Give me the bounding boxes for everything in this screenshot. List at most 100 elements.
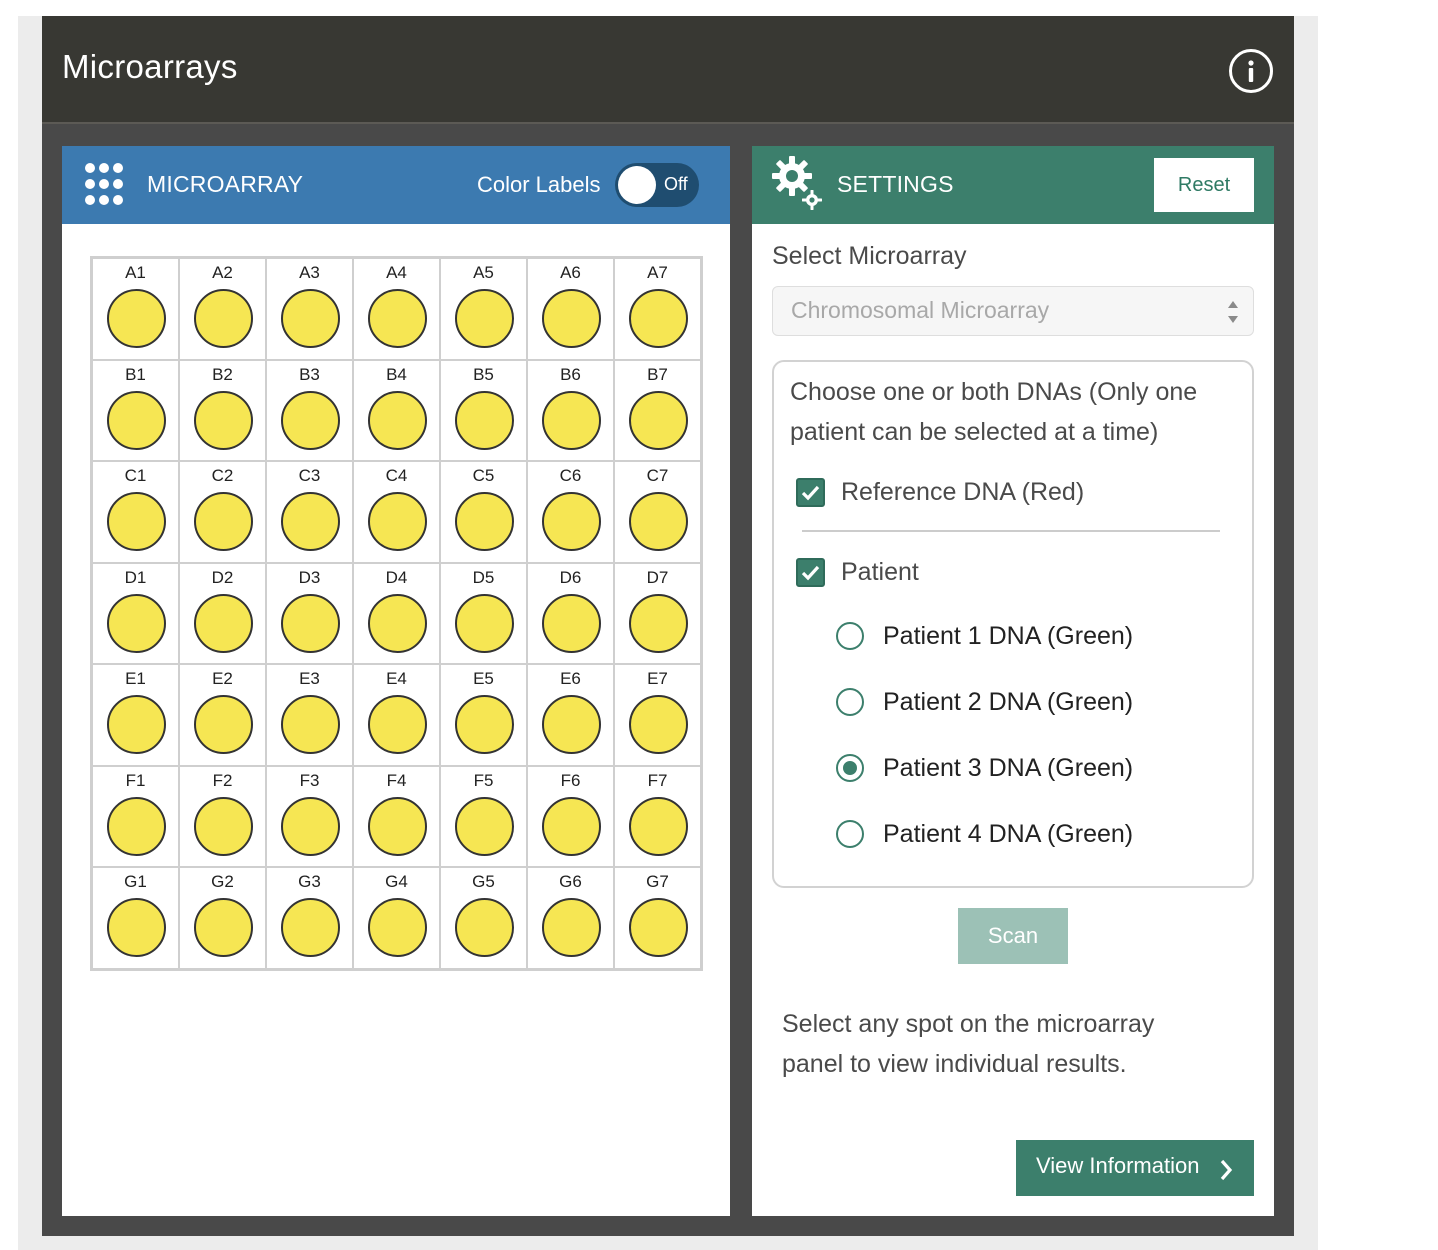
microarray-spot[interactable]: [106, 492, 166, 552]
microarray-spot[interactable]: [454, 289, 514, 348]
microarray-spot[interactable]: [454, 492, 514, 552]
microarray-spot[interactable]: [280, 492, 340, 552]
microarray-cell[interactable]: B5: [440, 359, 527, 462]
microarray-cell[interactable]: A2: [179, 258, 266, 360]
microarray-cell[interactable]: F4: [353, 765, 440, 868]
microarray-spot[interactable]: [367, 796, 427, 856]
microarray-spot[interactable]: [106, 593, 166, 653]
microarray-spot[interactable]: [280, 898, 340, 958]
microarray-cell[interactable]: D4: [353, 562, 440, 665]
microarray-cell[interactable]: G1: [92, 867, 179, 969]
microarray-cell[interactable]: G4: [353, 867, 440, 969]
microarray-cell[interactable]: E5: [440, 664, 527, 766]
microarray-cell[interactable]: A5: [440, 258, 527, 360]
microarray-cell[interactable]: F3: [266, 765, 353, 868]
microarray-cell[interactable]: B4: [353, 359, 440, 462]
microarray-cell[interactable]: A7: [614, 258, 701, 360]
microarray-cell[interactable]: G7: [614, 867, 701, 969]
microarray-spot[interactable]: [280, 289, 340, 348]
microarray-cell[interactable]: C3: [266, 461, 353, 563]
microarray-spot[interactable]: [106, 898, 166, 958]
microarray-spot[interactable]: [280, 390, 340, 450]
microarray-spot[interactable]: [367, 898, 427, 958]
view-information-button[interactable]: View Information: [1016, 1140, 1254, 1196]
microarray-spot[interactable]: [454, 390, 514, 450]
color-labels-toggle[interactable]: Off: [615, 163, 699, 207]
microarray-select[interactable]: Chromosomal Microarray: [772, 286, 1254, 336]
microarray-spot[interactable]: [628, 898, 688, 958]
microarray-spot[interactable]: [454, 695, 514, 755]
microarray-spot[interactable]: [541, 289, 601, 348]
microarray-spot[interactable]: [454, 898, 514, 958]
microarray-cell[interactable]: F1: [92, 765, 179, 868]
microarray-cell[interactable]: F2: [179, 765, 266, 868]
microarray-spot[interactable]: [280, 695, 340, 755]
microarray-cell[interactable]: E7: [614, 664, 701, 766]
microarray-spot[interactable]: [367, 390, 427, 450]
microarray-spot[interactable]: [367, 492, 427, 552]
microarray-cell[interactable]: B6: [527, 359, 614, 462]
microarray-spot[interactable]: [280, 593, 340, 653]
info-icon[interactable]: [1229, 49, 1273, 93]
microarray-cell[interactable]: A3: [266, 258, 353, 360]
microarray-cell[interactable]: C5: [440, 461, 527, 563]
microarray-cell[interactable]: G6: [527, 867, 614, 969]
microarray-spot[interactable]: [628, 492, 688, 552]
microarray-cell[interactable]: E4: [353, 664, 440, 766]
microarray-spot[interactable]: [106, 796, 166, 856]
microarray-cell[interactable]: F7: [614, 765, 701, 868]
microarray-cell[interactable]: B3: [266, 359, 353, 462]
microarray-cell[interactable]: E2: [179, 664, 266, 766]
microarray-spot[interactable]: [628, 289, 688, 348]
microarray-cell[interactable]: G3: [266, 867, 353, 969]
microarray-cell[interactable]: C6: [527, 461, 614, 563]
microarray-spot[interactable]: [193, 796, 253, 856]
microarray-spot[interactable]: [628, 390, 688, 450]
microarray-cell[interactable]: E3: [266, 664, 353, 766]
microarray-cell[interactable]: D7: [614, 562, 701, 665]
microarray-spot[interactable]: [454, 593, 514, 653]
microarray-spot[interactable]: [193, 390, 253, 450]
reset-button[interactable]: Reset: [1154, 158, 1254, 212]
microarray-cell[interactable]: E1: [92, 664, 179, 766]
microarray-cell[interactable]: B7: [614, 359, 701, 462]
microarray-cell[interactable]: D5: [440, 562, 527, 665]
microarray-spot[interactable]: [193, 289, 253, 348]
microarray-cell[interactable]: D1: [92, 562, 179, 665]
microarray-spot[interactable]: [541, 593, 601, 653]
microarray-spot[interactable]: [628, 695, 688, 755]
microarray-cell[interactable]: A1: [92, 258, 179, 360]
microarray-spot[interactable]: [106, 289, 166, 348]
microarray-cell[interactable]: C4: [353, 461, 440, 563]
microarray-spot[interactable]: [541, 492, 601, 552]
microarray-spot[interactable]: [541, 796, 601, 856]
microarray-cell[interactable]: C2: [179, 461, 266, 563]
microarray-cell[interactable]: G5: [440, 867, 527, 969]
microarray-cell[interactable]: B2: [179, 359, 266, 462]
microarray-spot[interactable]: [280, 796, 340, 856]
microarray-cell[interactable]: A4: [353, 258, 440, 360]
microarray-spot[interactable]: [628, 796, 688, 856]
microarray-spot[interactable]: [367, 695, 427, 755]
microarray-cell[interactable]: B1: [92, 359, 179, 462]
microarray-spot[interactable]: [454, 796, 514, 856]
microarray-cell[interactable]: D2: [179, 562, 266, 665]
microarray-cell[interactable]: D3: [266, 562, 353, 665]
microarray-spot[interactable]: [541, 898, 601, 958]
microarray-spot[interactable]: [628, 593, 688, 653]
microarray-spot[interactable]: [541, 390, 601, 450]
microarray-cell[interactable]: F5: [440, 765, 527, 868]
microarray-cell[interactable]: A6: [527, 258, 614, 360]
microarray-spot[interactable]: [106, 390, 166, 450]
microarray-spot[interactable]: [193, 898, 253, 958]
microarray-spot[interactable]: [367, 593, 427, 653]
microarray-spot[interactable]: [541, 695, 601, 755]
microarray-spot[interactable]: [193, 593, 253, 653]
microarray-cell[interactable]: E6: [527, 664, 614, 766]
microarray-cell[interactable]: C1: [92, 461, 179, 563]
scan-button[interactable]: Scan: [958, 908, 1068, 964]
microarray-spot[interactable]: [193, 492, 253, 552]
microarray-cell[interactable]: C7: [614, 461, 701, 563]
microarray-spot[interactable]: [367, 289, 427, 348]
microarray-cell[interactable]: D6: [527, 562, 614, 665]
